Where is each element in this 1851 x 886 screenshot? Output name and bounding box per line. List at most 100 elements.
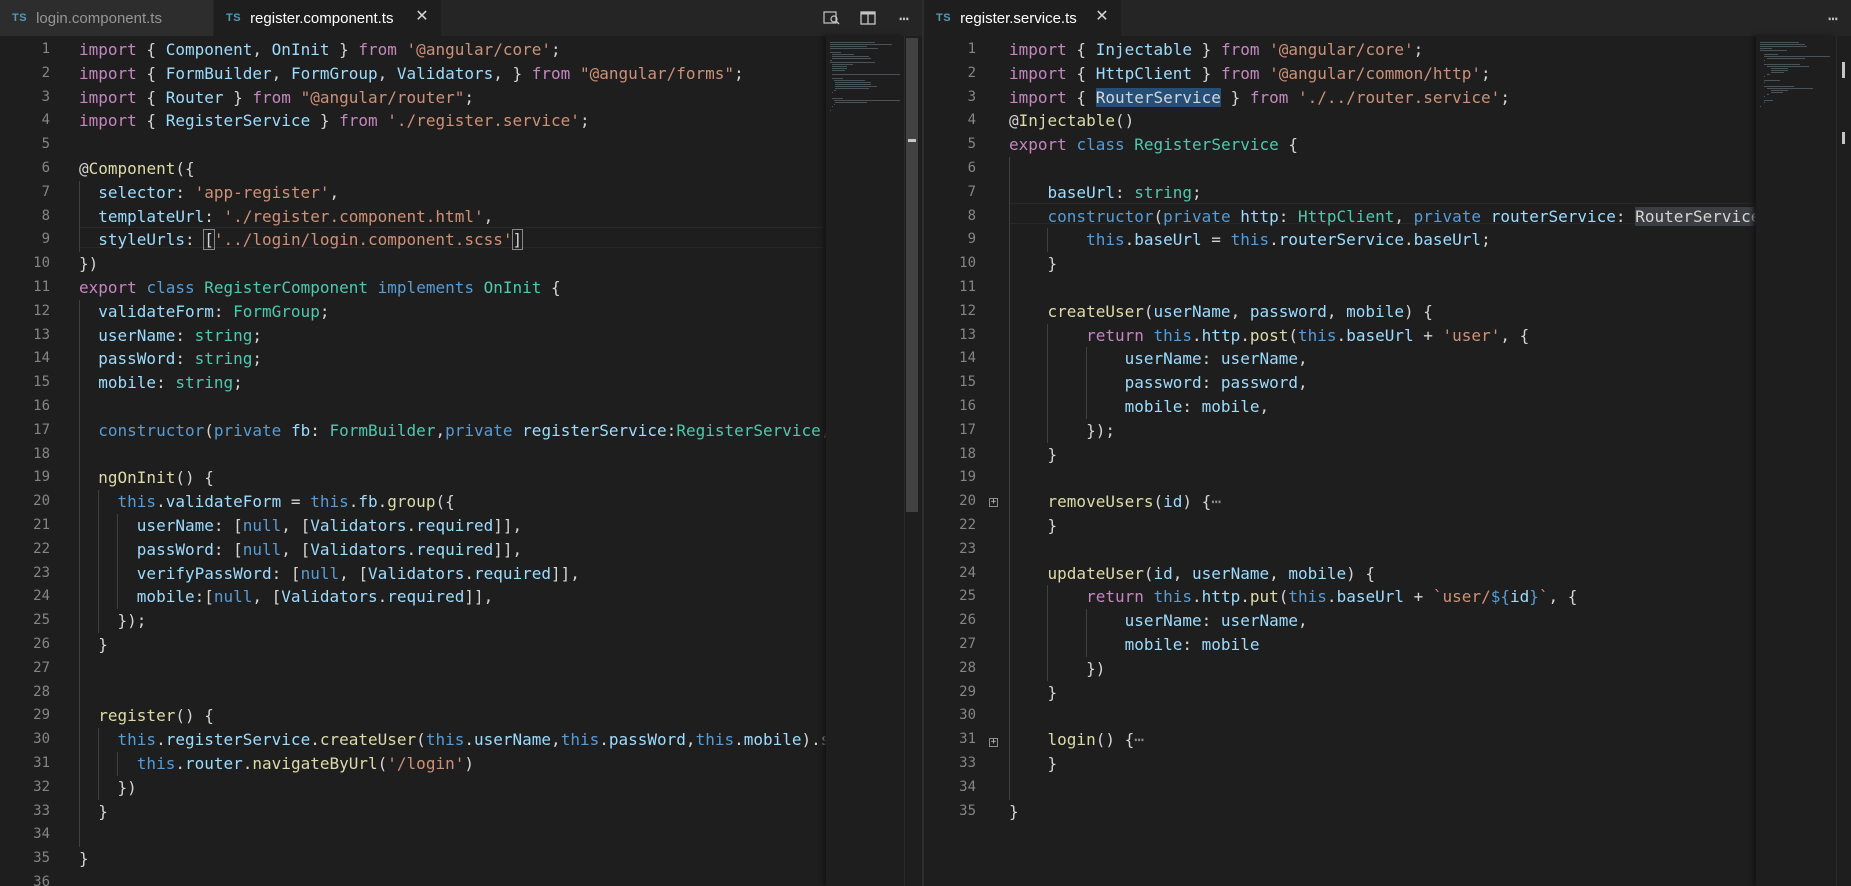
- code-line: mobile:[null, [Validators.required]],: [79, 585, 493, 609]
- code-token: put: [1249, 587, 1279, 607]
- minimap-line: [830, 44, 893, 45]
- code-token: import: [79, 87, 137, 107]
- close-icon[interactable]: ✕: [413, 8, 431, 26]
- indent-guide: [1047, 585, 1048, 681]
- minimap[interactable]: [1756, 36, 1836, 886]
- line-number: 11: [959, 279, 976, 295]
- more-actions-icon[interactable]: ⋯: [886, 0, 922, 36]
- code-token: userName: [1153, 301, 1231, 321]
- minimap-line: [831, 70, 846, 71]
- line-number-gutter: 1 2 3 4 5 6 7 8 9 10 11 12 13 14 15 16 17 18 19 20 21 22 23 24 2…: [0, 36, 50, 886]
- code-token: '@angular/core': [406, 40, 552, 59]
- tab-register-service[interactable]: TS register.service.ts ✕: [924, 0, 1122, 36]
- code-token: ,: [1230, 301, 1250, 321]
- code-token: .: [734, 730, 744, 750]
- code-token: group: [387, 492, 436, 512]
- typescript-file-icon: TS: [12, 12, 28, 24]
- code-token: userName: [473, 730, 552, 750]
- code-token: Validators: [368, 563, 465, 583]
- code-token: OnInit: [483, 278, 542, 297]
- code-token: this: [695, 730, 735, 750]
- code-token: ,: [551, 730, 561, 750]
- close-icon[interactable]: ✕: [1093, 8, 1111, 26]
- code-area[interactable]: import { Component, OnInit } from '@angu…: [79, 36, 826, 886]
- code-token: this: [117, 730, 157, 750]
- expand-fold-icon[interactable]: +: [989, 738, 998, 747]
- minimap-line: [1763, 100, 1773, 101]
- code-token: ,: [1297, 611, 1308, 631]
- code-token: Component: [165, 40, 253, 59]
- code-token: :: [156, 373, 176, 393]
- code-token: userName: [1220, 349, 1298, 369]
- code-token: }: [310, 111, 340, 131]
- code-token: import: [79, 111, 137, 131]
- code-editor-left[interactable]: 1 2 3 4 5 6 7 8 9 10 11 12 13 14 15 16 17 18 19 20 21 22 23 24 2…: [0, 36, 826, 886]
- minimap[interactable]: [826, 36, 904, 886]
- code-line: }: [1009, 681, 1058, 705]
- code-token: this: [1288, 587, 1327, 607]
- line-number: 31: [33, 755, 50, 771]
- code-token: ): [464, 754, 474, 773]
- code-token: import: [79, 63, 137, 83]
- code-token: baseUrl: [1413, 230, 1482, 250]
- code-area[interactable]: import { Injectable } from '@angular/cor…: [1009, 36, 1756, 886]
- line-number: 28: [959, 659, 976, 676]
- line-number: 4: [41, 112, 50, 129]
- code-token: http: [1240, 206, 1279, 226]
- expand-fold-icon[interactable]: +: [989, 498, 998, 507]
- code-token: passWord: [608, 730, 686, 750]
- tab-register-component[interactable]: TS register.component.ts ✕: [214, 0, 442, 36]
- code-token: , [: [281, 539, 311, 559]
- code-token: , }: [493, 63, 532, 83]
- split-editor-icon[interactable]: [850, 0, 886, 36]
- code-token: ).: [801, 730, 821, 750]
- minimap-line: [1763, 56, 1831, 57]
- minimap-line: [1770, 90, 1788, 91]
- line-number-gutter: 1 2 3 4 5 6 7 8 9 10 11 12 13 14 15 16 17 18 19 20 22 23 24 25 2…: [924, 36, 976, 886]
- open-preview-icon[interactable]: [814, 0, 850, 36]
- code-token: ,: [1172, 563, 1193, 583]
- code-token: @: [79, 159, 89, 178]
- code-line: });: [79, 609, 147, 633]
- vertical-scrollbar[interactable]: [1836, 36, 1851, 886]
- code-token: router: [184, 754, 243, 773]
- tab-label: login.component.ts: [36, 9, 162, 27]
- code-token: HttpClient: [1095, 63, 1193, 83]
- code-token: this: [1153, 587, 1193, 607]
- code-line: userName: string;: [79, 324, 262, 348]
- code-token: ,: [685, 730, 696, 750]
- vertical-scrollbar[interactable]: [904, 36, 919, 886]
- indent-guide: [1086, 347, 1087, 419]
- line-number: 29: [959, 683, 976, 700]
- code-token: RegisterService: [676, 420, 821, 440]
- code-line: mobile: mobile,: [1009, 395, 1270, 419]
- code-line: constructor(private http: HttpClient, pr…: [1009, 205, 1756, 229]
- minimap-line: [830, 62, 875, 63]
- code-line: login() {⋯: [1009, 728, 1144, 752]
- code-token: userName: [1192, 563, 1270, 583]
- code-token: passWord: [98, 349, 176, 369]
- code-line: styleUrls: ['../login/login.component.sc…: [79, 228, 524, 252]
- code-token: }: [1009, 254, 1058, 274]
- minimap-line: [833, 80, 866, 81]
- code-editor-right[interactable]: 1 2 3 4 5 6 7 8 9 10 11 12 13 14 15 16 17 18 19 20 22 23 24 25 2…: [924, 36, 1756, 886]
- more-actions-icon[interactable]: ⋯: [1815, 0, 1851, 36]
- code-token: }: [1009, 754, 1058, 773]
- code-token: private: [1163, 206, 1231, 226]
- code-token: `: [1538, 587, 1549, 607]
- minimap-line: [830, 42, 875, 43]
- tab-login-component[interactable]: TS login.component.ts: [0, 0, 214, 36]
- scrollbar-thumb[interactable]: [906, 38, 918, 512]
- code-token: id: [1153, 563, 1173, 583]
- indent-guide: [1009, 157, 1010, 800]
- minimap-line: [1760, 50, 1787, 51]
- code-line: validateForm: FormGroup;: [79, 300, 329, 324]
- minimap-line: [1760, 46, 1807, 47]
